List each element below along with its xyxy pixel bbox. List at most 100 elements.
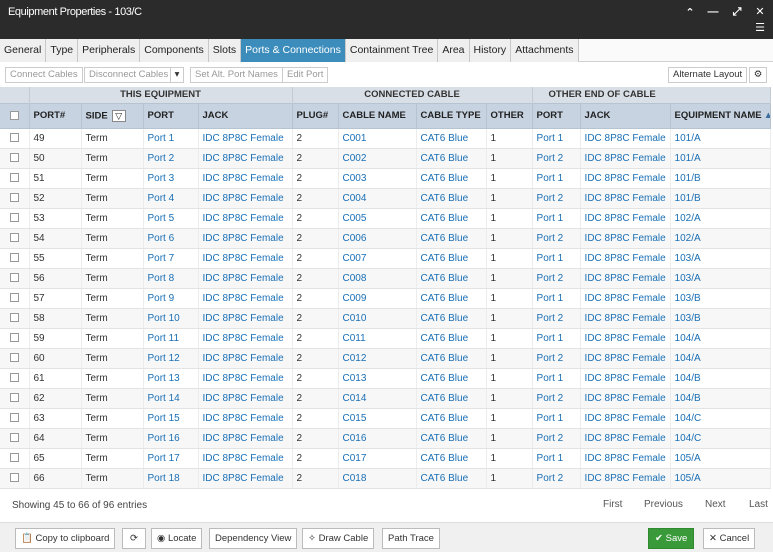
row-checkbox-cell[interactable] xyxy=(0,148,30,169)
cell-port[interactable]: Port 18 xyxy=(143,468,199,489)
col-equipment-name[interactable]: EQUIPMENT NAME▲ xyxy=(670,102,771,129)
col-other-port[interactable]: PORT xyxy=(532,102,581,129)
cell-other-jack[interactable]: IDC 8P8C Female xyxy=(580,268,671,289)
cell-jack[interactable]: IDC 8P8C Female xyxy=(198,448,293,469)
row-checkbox-cell[interactable] xyxy=(0,368,30,389)
sort-ascending-icon[interactable]: ▲ xyxy=(764,110,769,121)
cell-other-port[interactable]: Port 2 xyxy=(532,228,581,249)
cell-equipment-name[interactable]: 104/B xyxy=(670,368,771,389)
row-checkbox[interactable] xyxy=(9,333,19,343)
cell-cable-name[interactable]: C013 xyxy=(338,368,417,389)
cell-other-jack[interactable]: IDC 8P8C Female xyxy=(580,208,671,229)
cell-jack[interactable]: IDC 8P8C Female xyxy=(198,408,293,429)
row-checkbox[interactable] xyxy=(9,133,19,143)
table-row[interactable]: 50 Term Port 2 IDC 8P8C Female 2 C002 CAT6 Blu… xyxy=(0,148,771,169)
row-checkbox-cell[interactable] xyxy=(0,208,30,229)
cell-cable-name[interactable]: C009 xyxy=(338,288,417,309)
cell-equipment-name[interactable]: 104/B xyxy=(670,388,771,409)
cell-equipment-name[interactable]: 104/A xyxy=(670,348,771,369)
row-checkbox-cell[interactable] xyxy=(0,268,30,289)
row-checkbox-cell[interactable] xyxy=(0,128,30,149)
cell-cable-type[interactable]: CAT6 Blue xyxy=(416,148,487,169)
cell-cable-type[interactable]: CAT6 Blue xyxy=(416,128,487,149)
cell-other-jack[interactable]: IDC 8P8C Female xyxy=(580,188,671,209)
cell-jack[interactable]: IDC 8P8C Female xyxy=(198,328,293,349)
draw-cable-button[interactable]: ✧ Draw Cable xyxy=(302,528,375,549)
row-checkbox-cell[interactable] xyxy=(0,328,30,349)
row-checkbox-cell[interactable] xyxy=(0,468,30,489)
disconnect-cables-button[interactable]: Disconnect Cables xyxy=(84,67,174,83)
row-checkbox-cell[interactable] xyxy=(0,408,30,429)
cell-port[interactable]: Port 4 xyxy=(143,188,199,209)
cell-other-port[interactable]: Port 1 xyxy=(532,128,581,149)
row-checkbox[interactable] xyxy=(9,453,19,463)
select-all-checkbox[interactable] xyxy=(9,110,19,120)
cell-port[interactable]: Port 10 xyxy=(143,308,199,329)
cell-jack[interactable]: IDC 8P8C Female xyxy=(198,148,293,169)
connect-cables-button[interactable]: Connect Cables xyxy=(5,67,83,83)
dependency-view-button[interactable]: Dependency View xyxy=(209,528,298,549)
cell-other-jack[interactable]: IDC 8P8C Female xyxy=(580,468,671,489)
cell-cable-type[interactable]: CAT6 Blue xyxy=(416,448,487,469)
cell-other-jack[interactable]: IDC 8P8C Female xyxy=(580,368,671,389)
cell-equipment-name[interactable]: 105/A xyxy=(670,448,771,469)
cell-cable-name[interactable]: C008 xyxy=(338,268,417,289)
table-row[interactable]: 54 Term Port 6 IDC 8P8C Female 2 C006 CAT6 Blu… xyxy=(0,228,771,249)
cell-other-jack[interactable]: IDC 8P8C Female xyxy=(580,388,671,409)
cell-cable-type[interactable]: CAT6 Blue xyxy=(416,168,487,189)
cell-cable-type[interactable]: CAT6 Blue xyxy=(416,268,487,289)
minimize-icon[interactable]: — xyxy=(707,6,719,18)
tab-slots[interactable]: Slots xyxy=(208,39,242,62)
cell-equipment-name[interactable]: 104/C xyxy=(670,408,771,429)
cell-other-port[interactable]: Port 2 xyxy=(532,348,581,369)
cell-jack[interactable]: IDC 8P8C Female xyxy=(198,368,293,389)
cell-port[interactable]: Port 15 xyxy=(143,408,199,429)
cell-cable-type[interactable]: CAT6 Blue xyxy=(416,248,487,269)
cell-cable-name[interactable]: C001 xyxy=(338,128,417,149)
cell-cable-name[interactable]: C014 xyxy=(338,388,417,409)
cell-port[interactable]: Port 7 xyxy=(143,248,199,269)
cell-equipment-name[interactable]: 104/A xyxy=(670,328,771,349)
cell-equipment-name[interactable]: 103/B xyxy=(670,288,771,309)
chevron-up-icon[interactable]: ⌃ xyxy=(684,7,696,19)
row-checkbox[interactable] xyxy=(9,413,19,423)
table-row[interactable]: 64 Term Port 16 IDC 8P8C Female 2 C016 CAT6 Bl… xyxy=(0,428,771,449)
pager-first[interactable]: First xyxy=(603,499,622,510)
cell-port[interactable]: Port 14 xyxy=(143,388,199,409)
pager-next[interactable]: Next xyxy=(705,499,726,510)
table-row[interactable]: 49 Term Port 1 IDC 8P8C Female 2 C001 CAT6 Blu… xyxy=(0,128,771,149)
cell-cable-type[interactable]: CAT6 Blue xyxy=(416,348,487,369)
row-checkbox-cell[interactable] xyxy=(0,248,30,269)
col-plug-number[interactable]: PLUG# xyxy=(292,102,339,129)
row-checkbox-cell[interactable] xyxy=(0,168,30,189)
row-checkbox[interactable] xyxy=(9,353,19,363)
col-cable-type[interactable]: CABLE TYPE xyxy=(416,102,487,129)
row-checkbox[interactable] xyxy=(9,393,19,403)
cell-port[interactable]: Port 13 xyxy=(143,368,199,389)
cell-cable-type[interactable]: CAT6 Blue xyxy=(416,208,487,229)
cell-port[interactable]: Port 3 xyxy=(143,168,199,189)
cell-equipment-name[interactable]: 102/A xyxy=(670,208,771,229)
table-row[interactable]: 58 Term Port 10 IDC 8P8C Female 2 C010 CAT6 Bl… xyxy=(0,308,771,329)
row-checkbox[interactable] xyxy=(9,153,19,163)
row-checkbox[interactable] xyxy=(9,373,19,383)
cell-other-jack[interactable]: IDC 8P8C Female xyxy=(580,248,671,269)
table-row[interactable]: 59 Term Port 11 IDC 8P8C Female 2 C011 CAT6 Bl… xyxy=(0,328,771,349)
refresh-icon[interactable]: ⟳ xyxy=(122,528,146,549)
edit-port-button[interactable]: Edit Port xyxy=(282,67,329,83)
cell-other-port[interactable]: Port 1 xyxy=(532,208,581,229)
tab-peripherals[interactable]: Peripherals xyxy=(78,39,141,62)
cell-equipment-name[interactable]: 101/A xyxy=(670,148,771,169)
cell-jack[interactable]: IDC 8P8C Female xyxy=(198,268,293,289)
row-checkbox[interactable] xyxy=(9,193,19,203)
cell-port[interactable]: Port 8 xyxy=(143,268,199,289)
row-checkbox[interactable] xyxy=(9,253,19,263)
cell-cable-name[interactable]: C005 xyxy=(338,208,417,229)
cell-other-jack[interactable]: IDC 8P8C Female xyxy=(580,168,671,189)
cell-cable-name[interactable]: C007 xyxy=(338,248,417,269)
tab-ports-connections[interactable]: Ports & Connections xyxy=(241,39,346,62)
cell-cable-type[interactable]: CAT6 Blue xyxy=(416,428,487,449)
cell-port[interactable]: Port 1 xyxy=(143,128,199,149)
col-port[interactable]: PORT xyxy=(143,102,199,129)
table-row[interactable]: 53 Term Port 5 IDC 8P8C Female 2 C005 CAT6 Blu… xyxy=(0,208,771,229)
